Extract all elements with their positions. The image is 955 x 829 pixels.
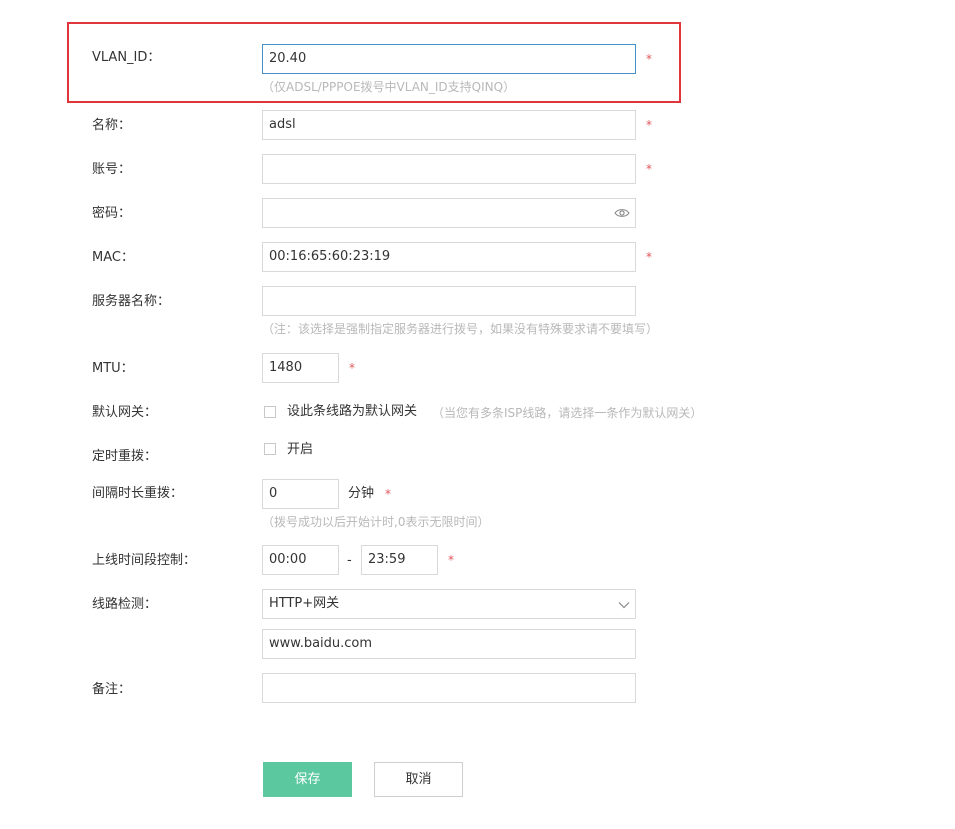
default-gateway-label: 默认网关： [92,405,158,420]
server-name-hint: （注：该选择是强制指定服务器进行拨号，如果没有特殊要求请不要填写） [262,322,659,336]
online-time-required-mark: * [448,553,454,567]
name-required-mark: * [646,118,652,132]
password-label: 密码： [92,206,132,221]
line-detect-select[interactable]: HTTP+网关 [262,589,636,619]
remark-input[interactable] [262,673,636,703]
server-name-label: 服务器名称： [92,294,171,309]
account-label: 账号： [92,162,132,177]
online-time-end-input[interactable]: 23:59 [361,545,438,575]
mac-input[interactable]: 00:16:65:60:23:19 [262,242,636,272]
save-button[interactable]: 保存 [263,762,352,797]
default-gateway-checkbox[interactable] [264,406,276,418]
default-gateway-checkbox-label: 设此条线路为默认网关 [287,404,418,419]
remark-label: 备注： [92,682,132,697]
chevron-down-icon[interactable] [618,599,630,609]
line-detect-address-input[interactable]: www.baidu.com [262,629,636,659]
mtu-label: MTU： [92,361,134,376]
interval-redial-label: 间隔时长重拨： [92,486,184,501]
interval-redial-hint: （拨号成功以后开始计时,0表示无限时间） [262,515,490,529]
line-detect-label: 线路检测： [92,597,158,612]
eye-icon[interactable] [614,206,630,220]
vlan-hint: （仅ADSL/PPPOE拨号中VLAN_ID支持QINQ） [262,80,516,94]
online-time-separator: - [347,553,352,568]
online-time-label: 上线时间段控制： [92,553,197,568]
server-name-input[interactable] [262,286,636,316]
interval-redial-unit: 分钟 [348,486,375,501]
vlan-input[interactable]: 20.40 [262,44,636,74]
mtu-required-mark: * [349,361,355,375]
interval-redial-input[interactable]: 0 [262,479,339,509]
cancel-button[interactable]: 取消 [374,762,463,797]
vlan-label: VLAN_ID： [92,50,161,65]
default-gateway-hint: （当您有多条ISP线路，请选择一条作为默认网关） [432,406,703,420]
mac-label: MAC： [92,250,134,265]
online-time-start-input[interactable]: 00:00 [262,545,339,575]
password-input[interactable] [262,198,636,228]
vlan-required-mark: * [646,52,652,66]
name-input[interactable]: adsl [262,110,636,140]
timed-redial-checkbox-label: 开启 [287,442,314,457]
interval-redial-required-mark: * [385,487,391,501]
timed-redial-label: 定时重拨： [92,449,158,464]
line-detect-selected: HTTP+网关 [269,596,340,611]
mac-required-mark: * [646,250,652,264]
timed-redial-checkbox[interactable] [264,443,276,455]
account-input[interactable] [262,154,636,184]
mtu-input[interactable]: 1480 [262,353,339,383]
name-label: 名称： [92,118,132,133]
account-required-mark: * [646,162,652,176]
